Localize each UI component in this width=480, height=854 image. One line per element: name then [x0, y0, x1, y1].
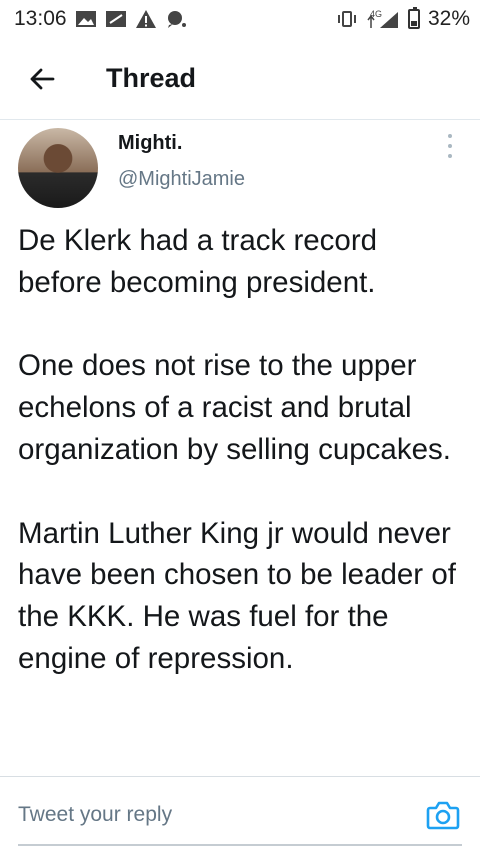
reply-input[interactable] — [18, 803, 398, 827]
warning-icon — [135, 9, 157, 29]
tweet-header: Mighti. @MightiJamie — [0, 120, 480, 210]
page-title: Thread — [106, 63, 197, 93]
tweet-paragraph: De Klerk had a track record before becom… — [18, 224, 378, 299]
user-handle[interactable]: @MightiJamie — [118, 168, 245, 191]
status-time: 13:06 — [14, 7, 67, 30]
more-dot-icon — [448, 144, 452, 148]
signal-icon: 4G — [366, 8, 400, 30]
tweet-text: De Klerk had a track record before becom… — [18, 220, 468, 680]
battery-level: 32% — [427, 7, 470, 30]
arrow-left-icon — [30, 68, 55, 89]
back-button[interactable] — [0, 38, 84, 120]
more-dot-icon — [448, 154, 452, 158]
tweet-paragraph: One does not rise to the upper echelons … — [18, 349, 451, 466]
more-options-button[interactable] — [440, 134, 460, 158]
image-icon — [75, 9, 97, 29]
reply-underline — [18, 844, 462, 846]
tweet-paragraph: Martin Luther King jr would never have b… — [18, 516, 456, 675]
more-dot-icon — [448, 134, 452, 138]
status-bar: 13:06 4G 32% — [0, 0, 480, 38]
app-bar: Thread — [0, 38, 480, 120]
avatar[interactable] — [18, 128, 98, 208]
chat-icon — [165, 9, 187, 29]
screenshot-icon — [105, 9, 127, 29]
camera-icon — [426, 801, 460, 830]
display-name[interactable]: Mighti. — [118, 132, 182, 155]
reply-bar — [0, 776, 480, 854]
vibrate-icon — [336, 9, 358, 29]
camera-button[interactable] — [426, 799, 460, 831]
battery-icon — [407, 7, 420, 29]
